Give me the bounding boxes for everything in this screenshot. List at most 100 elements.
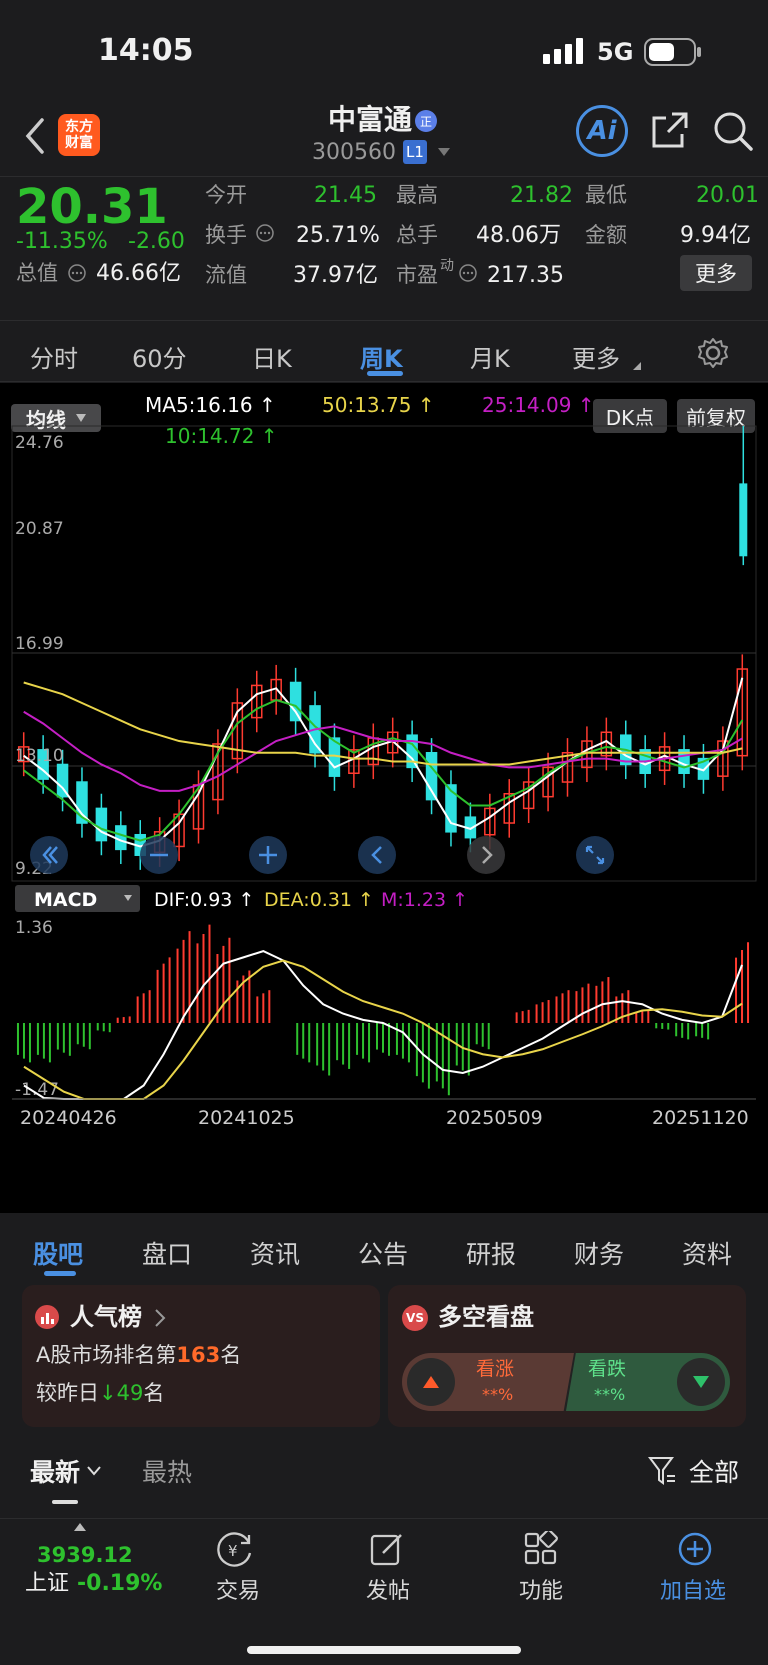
bull-label: 看涨 (476, 1358, 515, 1380)
popularity-card[interactable]: 人气榜 A股市场排名第163名 较昨日↓49名 (22, 1285, 380, 1427)
bull-arrow-up-icon[interactable] (407, 1358, 455, 1406)
tab-news[interactable]: 资讯 (250, 1235, 300, 1271)
ma25-value: 25:14.09 ↑ (482, 395, 595, 415)
ma5-text: MA5:16.16 (145, 393, 253, 417)
ma-lines (23, 677, 744, 848)
turnover-value: 25.71% (296, 223, 380, 248)
ma50-text: 50:13.75 (322, 393, 412, 417)
info-icon[interactable] (458, 263, 478, 283)
eastmoney-logo[interactable]: 东方 财富 (58, 114, 100, 156)
stock-code: 300560 (312, 140, 396, 165)
high-value: 21.82 (510, 183, 573, 208)
filter-all[interactable]: 全部 (689, 1460, 739, 1485)
rank-change-prefix: 较昨日 (36, 1381, 99, 1405)
tab-60min[interactable]: 60分 (132, 339, 187, 374)
chevron-down-icon[interactable] (87, 1466, 101, 1476)
filter-underline (52, 1500, 78, 1504)
ma-line-10 (23, 698, 744, 842)
info-icon[interactable] (67, 263, 87, 283)
bottom-navigation: 3939.12 上证 -0.19% ¥ 交易 发帖 功能 加自选 (0, 1518, 768, 1665)
macd-top-label: 1.36 (15, 918, 53, 938)
tab-profile[interactable]: 资料 (682, 1235, 732, 1271)
fullscreen-button[interactable] (576, 836, 614, 874)
tab-announcements[interactable]: 公告 (358, 1235, 408, 1271)
ma50-value: 50:13.75 ↑ (322, 395, 435, 415)
active-tab-indicator (44, 1271, 76, 1276)
tab-research[interactable]: 研报 (466, 1235, 516, 1271)
tab-weekly[interactable]: 周K (360, 339, 403, 374)
open-value: 21.45 (314, 183, 377, 208)
nav-post[interactable]: 发帖 (352, 1519, 422, 1619)
ai-assistant-button[interactable]: Ai (576, 105, 628, 157)
tab-orderbook[interactable]: 盘口 (142, 1235, 192, 1271)
zoom-in-button[interactable] (249, 836, 287, 874)
low-label: 最低 (585, 183, 627, 207)
info-icon[interactable] (255, 223, 275, 243)
filter-hot[interactable]: 最热 (142, 1460, 192, 1485)
date-tick-label: 20240426 (20, 1107, 117, 1129)
ma25-text: 25:14.09 (482, 393, 572, 417)
rank-prefix: A股市场排名第 (36, 1343, 177, 1367)
filter-latest[interactable]: 最新 (30, 1460, 80, 1485)
float-label: 流值 (205, 263, 247, 287)
ai-label: Ai (587, 116, 617, 146)
network-type: 5G (597, 38, 634, 66)
mktcap-label: 总值 (16, 261, 58, 285)
nav-functions[interactable]: 功能 (505, 1519, 575, 1619)
search-icon[interactable] (712, 110, 754, 152)
macd-dropdown-label: MACD (34, 889, 97, 911)
verified-badge-text: 正 (419, 114, 432, 129)
level-badge[interactable]: L1 (403, 140, 427, 164)
tab-minute[interactable]: 分时 (30, 339, 78, 374)
share-icon[interactable] (650, 110, 690, 150)
nav-functions-label: 功能 (519, 1579, 564, 1604)
dropdown-triangle-icon[interactable] (437, 147, 451, 157)
candle-body (289, 681, 302, 722)
dropdown-triangle-icon (76, 414, 86, 422)
ma50-arrow-icon: ↑ (411, 393, 435, 417)
filter-funnel-icon[interactable] (648, 1456, 676, 1486)
battery-icon (644, 38, 701, 66)
rank-value: 163 (176, 1343, 221, 1367)
float-value: 37.97亿 (293, 263, 378, 288)
tab-financials[interactable]: 财务 (574, 1235, 624, 1271)
nav-trade[interactable]: ¥ 交易 (200, 1519, 270, 1619)
more-quote-button[interactable]: 更多 (680, 255, 752, 291)
chevron-right-icon (155, 1309, 166, 1327)
tab-more[interactable]: 更多 (572, 339, 620, 374)
pct-change: -11.35% (16, 229, 108, 254)
index-ticker[interactable]: 3939.12 上证 -0.19% (20, 1519, 162, 1619)
ma5-value: MA5:16.16 ↑ (145, 395, 276, 415)
nav-add-watchlist-label: 加自选 (660, 1579, 727, 1604)
dea-arrow-icon: ↑ (352, 889, 374, 911)
macd-dropdown[interactable]: MACD (15, 885, 140, 912)
tab-daily[interactable]: 日K (252, 339, 292, 374)
home-indicator (247, 1646, 521, 1654)
status-time: 14:05 (98, 33, 194, 68)
kline-svg[interactable]: 24.76 20.87 16.99 13.10 9.22 MACD DIF:0.… (0, 423, 768, 1213)
candlesticks (17, 426, 749, 870)
step-forward-button[interactable] (467, 836, 505, 874)
nav-post-label: 发帖 (366, 1579, 411, 1604)
tab-forum[interactable]: 股吧 (33, 1235, 83, 1271)
bull-pct: **% (482, 1385, 514, 1404)
tab-monthly[interactable]: 月K (470, 339, 510, 374)
price-change: -2.60 (128, 229, 185, 254)
back-chevron-left-icon[interactable] (24, 118, 46, 154)
logo-line-1: 东方 (65, 119, 93, 135)
pe-superscript: 动 (440, 258, 454, 274)
nav-add-watchlist[interactable]: 加自选 (650, 1519, 740, 1619)
price-tick-label: 13.10 (15, 746, 64, 766)
settings-gear-icon[interactable] (697, 337, 729, 369)
yen-cycle-icon: ¥ (217, 1532, 252, 1567)
bear-arrow-down-icon[interactable] (677, 1358, 725, 1406)
step-backward-button[interactable] (358, 836, 396, 874)
fast-backward-button[interactable] (30, 836, 68, 874)
corner-triangle-icon (633, 362, 641, 370)
macd-dea: DEA:0.31 ↑ (264, 889, 374, 911)
macd-pane (16, 924, 750, 1100)
bull-bear-card[interactable]: VS 多空看盘 看涨 **% 看跌 **% (388, 1285, 746, 1427)
popularity-title: 人气榜 (70, 1303, 142, 1331)
dif-arrow-icon: ↑ (232, 889, 254, 911)
zoom-out-button[interactable] (140, 836, 178, 874)
